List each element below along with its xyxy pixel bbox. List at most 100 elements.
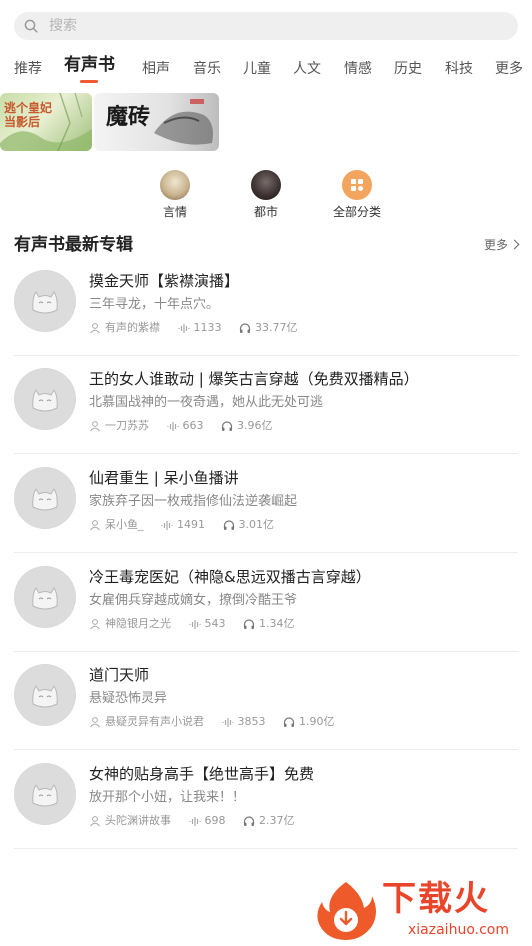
user-icon <box>90 619 100 630</box>
album-cover-placeholder <box>14 664 76 726</box>
album-meta: 呆小鱼_ 1491 3.01亿 <box>89 518 288 532</box>
album-track-count: 543 <box>204 617 226 630</box>
category-label: 全部分类 <box>332 205 381 219</box>
album-track-count: 663 <box>182 419 204 432</box>
album-author: 悬疑灵异有声小说君 <box>105 715 204 728</box>
category-tabs: 推荐 有声书 相声 音乐 儿童 人文 情感 历史 科技 更多 <box>0 54 532 88</box>
headphones-icon <box>243 619 255 629</box>
album-author: 头陀渊讲故事 <box>105 814 171 827</box>
album-title: 仙君重生 | 呆小鱼播讲 <box>89 469 239 487</box>
headphones-icon <box>223 520 234 530</box>
album-meta: 悬疑灵异有声小说君 3853 1.90亿 <box>89 715 349 729</box>
tracks-icon <box>188 817 201 826</box>
album-track-count: 1491 <box>177 518 205 531</box>
tab-audiobook[interactable]: 有声书 <box>64 56 115 74</box>
banner-item[interactable]: 逃个皇妃当影后 <box>0 93 92 151</box>
tracks-icon <box>221 718 234 727</box>
album-intro: 悬疑恐怖灵异 <box>89 691 168 706</box>
album-author: 神隐银月之光 <box>105 617 171 630</box>
flame-logo-icon <box>317 882 376 940</box>
album-meta: 有声的紫襟 1133 33.77亿 <box>89 321 312 335</box>
watermark: 下载火 xiazaihuo.com <box>312 878 524 942</box>
album-meta: 神隐银月之光 543 1.34亿 <box>89 617 309 631</box>
tab-crosstalk[interactable]: 相声 <box>142 60 170 78</box>
category-romance-thumbnail <box>160 170 190 200</box>
banner-item[interactable]: 魔砖 <box>94 93 219 151</box>
album-item[interactable]: 王的女人谁敢动 | 爆笑古言穿越（免费双播精品） 北慕国战神的一夜奇遇，她从此无… <box>14 356 518 454</box>
album-cover-placeholder <box>14 270 76 332</box>
active-tab-indicator <box>80 80 98 83</box>
category-shortcuts: 言情 都市 全部分类 <box>0 170 532 226</box>
album-cover-placeholder <box>14 467 76 529</box>
tab-emotion[interactable]: 情感 <box>344 60 372 78</box>
album-play-count: 2.37亿 <box>259 814 295 827</box>
headphones-icon <box>243 816 255 826</box>
tab-more[interactable]: 更多 <box>495 60 523 78</box>
album-title: 道门天师 <box>89 666 150 684</box>
album-cover-placeholder <box>14 763 76 825</box>
user-icon <box>90 421 100 432</box>
album-intro: 家族弃子因一枚戒指修仙法逆袭崛起 <box>89 494 298 509</box>
album-play-count: 3.96亿 <box>237 419 273 432</box>
all-categories-icon <box>342 170 372 200</box>
section-title: 有声书最新专辑 <box>14 235 133 255</box>
album-track-count: 698 <box>204 814 226 827</box>
album-item[interactable]: 女神的贴身高手【绝世高手】免费 放开那个小妞，让我来！！ 头陀渊讲故事 698 … <box>14 751 518 849</box>
chevron-right-icon <box>509 239 520 250</box>
album-play-count: 1.34亿 <box>259 617 295 630</box>
album-intro: 北慕国战神的一夜奇遇，她从此无处可逃 <box>89 395 324 410</box>
album-play-count: 3.01亿 <box>238 518 275 531</box>
album-play-count: 1.90亿 <box>299 715 335 728</box>
album-title: 女神的贴身高手【绝世高手】免费 <box>89 765 315 783</box>
category-label: 言情 <box>162 205 187 219</box>
album-item[interactable]: 仙君重生 | 呆小鱼播讲 家族弃子因一枚戒指修仙法逆袭崛起 呆小鱼_ 1491 … <box>14 455 518 553</box>
category-romance[interactable]: 言情 <box>135 170 215 219</box>
tab-technology[interactable]: 科技 <box>445 60 473 78</box>
search-bar[interactable]: 搜索 <box>14 12 518 40</box>
category-label: 都市 <box>253 205 278 219</box>
tracks-icon <box>166 422 179 431</box>
category-urban-thumbnail <box>251 170 281 200</box>
headphones-icon <box>283 717 295 727</box>
tab-humanities[interactable]: 人文 <box>293 60 321 78</box>
tab-recommend[interactable]: 推荐 <box>14 60 42 78</box>
watermark-url: xiazaihuo.com <box>408 922 509 938</box>
album-intro: 女雇佣兵穿越成嫡女，撩倒冷酷王爷 <box>89 593 298 608</box>
search-icon <box>24 19 38 33</box>
tab-history[interactable]: 历史 <box>394 60 422 78</box>
album-item[interactable]: 道门天师 悬疑恐怖灵异 悬疑灵异有声小说君 3853 1.90亿 <box>14 652 518 750</box>
watermark-text: 下载火 <box>382 879 490 919</box>
banner-title: 逃个皇妃当影后 <box>4 101 53 129</box>
user-icon <box>90 520 100 531</box>
album-track-count: 1133 <box>193 321 222 334</box>
album-intro: 三年寻龙，十年点穴。 <box>89 297 220 312</box>
album-meta: 一刀苏苏 663 3.96亿 <box>89 419 287 433</box>
album-play-count: 33.77亿 <box>255 321 298 334</box>
banner-title: 魔砖 <box>106 104 151 130</box>
album-title: 冷王毒宠医妃（神隐&思远双播古言穿越） <box>89 568 371 586</box>
tracks-icon <box>161 521 173 530</box>
tab-children[interactable]: 儿童 <box>243 60 271 78</box>
album-cover-placeholder <box>14 566 76 628</box>
album-item[interactable]: 冷王毒宠医妃（神隐&思远双播古言穿越） 女雇佣兵穿越成嫡女，撩倒冷酷王爷 神隐银… <box>14 554 518 652</box>
album-item[interactable]: 摸金天师【紫襟演播】 三年寻龙，十年点穴。 有声的紫襟 1133 33.77亿 <box>14 258 518 356</box>
user-icon <box>90 717 100 728</box>
album-title: 王的女人谁敢动 | 爆笑古言穿越（免费双播精品） <box>89 370 419 388</box>
album-cover-placeholder <box>14 368 76 430</box>
album-author: 有声的紫襟 <box>105 321 160 334</box>
album-author: 呆小鱼_ <box>105 518 144 531</box>
category-urban[interactable]: 都市 <box>226 170 306 219</box>
album-track-count: 3853 <box>237 715 266 728</box>
search-placeholder: 搜索 <box>49 18 77 34</box>
headphones-icon <box>239 323 251 333</box>
tracks-icon <box>177 324 190 333</box>
user-icon <box>90 816 100 827</box>
tab-music[interactable]: 音乐 <box>193 60 221 78</box>
more-label: 更多 <box>483 238 508 252</box>
category-all[interactable]: 全部分类 <box>317 170 397 219</box>
album-intro: 放开那个小妞，让我来！！ <box>89 790 246 805</box>
more-link[interactable]: 更多 <box>483 237 520 253</box>
headphones-icon <box>221 421 233 431</box>
section-header: 有声书最新专辑 更多 <box>14 232 520 258</box>
album-author: 一刀苏苏 <box>105 419 149 432</box>
